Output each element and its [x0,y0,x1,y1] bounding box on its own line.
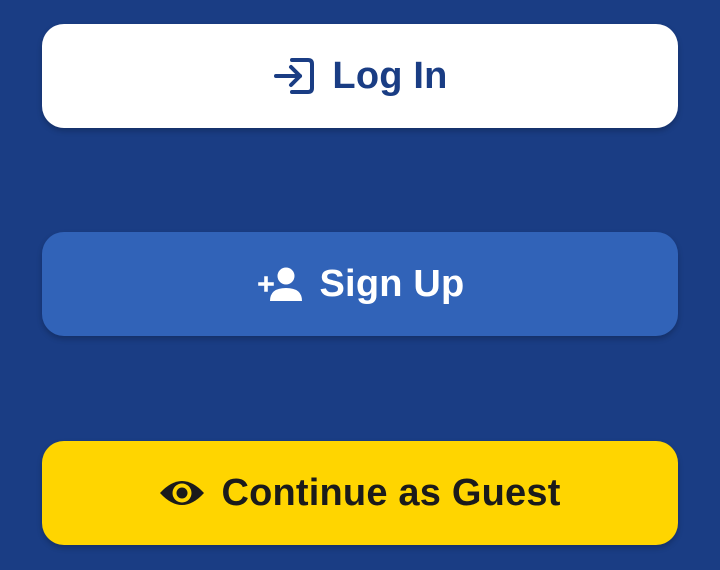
login-button[interactable]: Log In [42,24,678,128]
signup-button[interactable]: Sign Up [42,232,678,336]
login-icon [272,56,316,96]
person-add-icon [256,265,304,303]
signup-button-label: Sign Up [319,263,465,305]
login-button-label: Log In [332,55,448,97]
guest-button-label: Continue as Guest [221,472,561,514]
guest-button[interactable]: Continue as Guest [42,441,678,545]
eye-icon [159,477,205,509]
